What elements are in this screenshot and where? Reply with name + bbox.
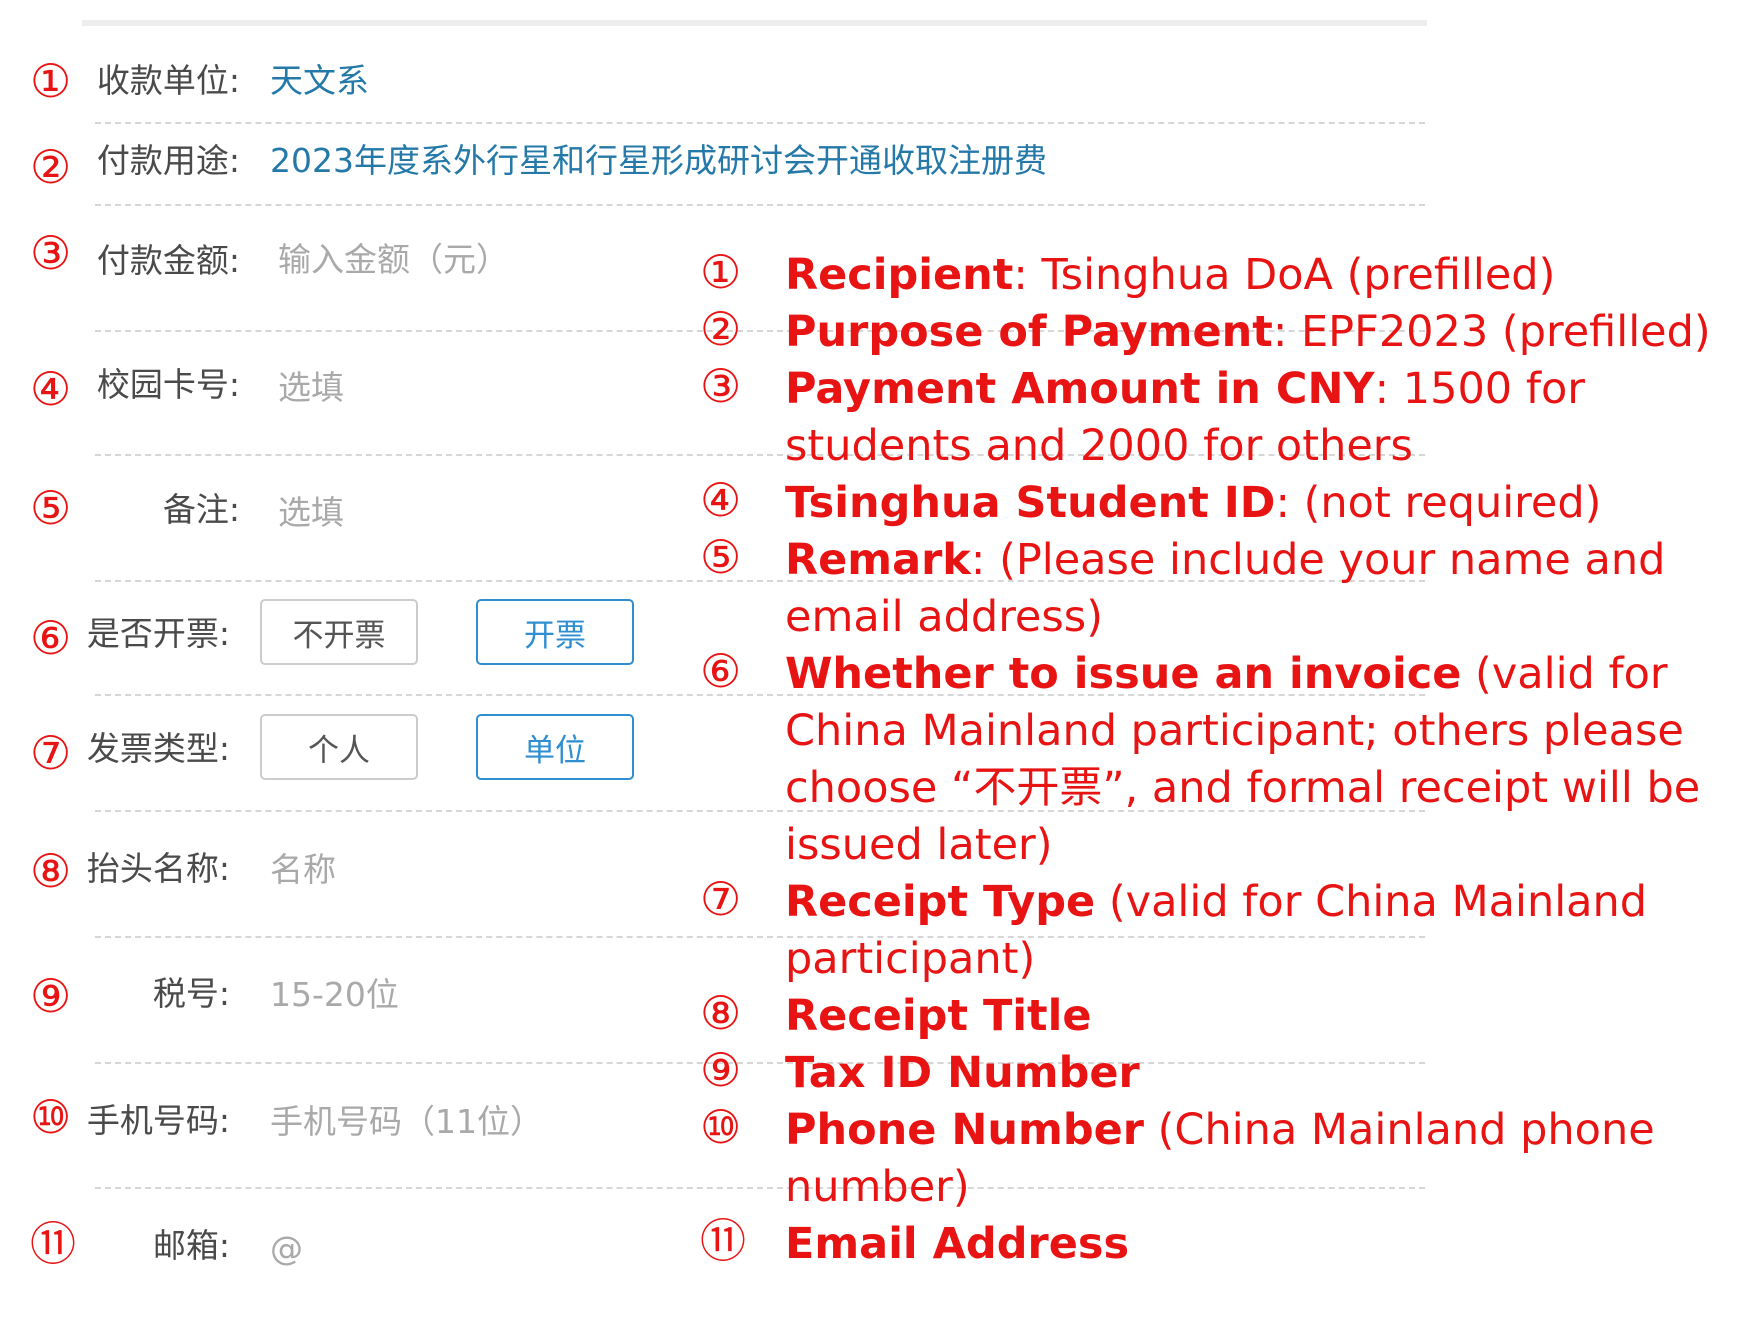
note-separator: :: [1272, 307, 1301, 357]
campus-card-input[interactable]: [270, 362, 706, 412]
row-number-6: ⑥: [30, 611, 72, 665]
phone-input[interactable]: [262, 1096, 698, 1146]
note-purpose: ② Purpose of Payment: EPF2023 (prefilled…: [700, 304, 1750, 361]
note-email: ⑪ Email Address: [700, 1216, 1750, 1273]
receipt-title-input[interactable]: [262, 844, 698, 894]
recipient-value: 天文系: [270, 61, 369, 100]
note-receipt-type: ⑦ Receipt Type (valid for China Mainland…: [700, 874, 1750, 988]
note-description: EPF2023 (prefilled): [1300, 307, 1711, 357]
row-number-7: ⑦: [30, 726, 72, 780]
note-remark: ⑤ Remark: (Please include your name and …: [700, 532, 1750, 646]
purpose-value: 2023年度系外行星和行星形成研讨会开通收取注册费: [270, 141, 1047, 180]
note-number-11: ⑪: [700, 1214, 746, 1268]
row-divider: [95, 122, 1425, 124]
row-number-10: ⑩: [30, 1090, 72, 1144]
phone-label: 手机号码:: [86, 1101, 230, 1140]
note-number-3: ③: [700, 359, 742, 413]
top-bar: [82, 20, 1427, 26]
note-recipient: ① Recipient: Tsinghua DoA (prefilled): [700, 247, 1750, 304]
annotation-notes: ① Recipient: Tsinghua DoA (prefilled) ② …: [700, 247, 1750, 1273]
form-row-recipient: ① 收款单位: 天文系: [0, 50, 1430, 120]
email-input[interactable]: [262, 1223, 698, 1273]
note-number-4: ④: [700, 473, 742, 527]
note-separator: [1095, 877, 1109, 927]
note-phone: ⑩ Phone Number (China Mainland phone num…: [700, 1102, 1750, 1216]
note-number-8: ⑧: [700, 986, 742, 1040]
note-amount: ③ Payment Amount in CNY: 1500 for studen…: [700, 361, 1750, 475]
note-title: Phone Number: [785, 1105, 1144, 1155]
note-title: Receipt Title: [785, 991, 1092, 1041]
note-separator: :: [970, 535, 1000, 585]
note-number-5: ⑤: [700, 530, 742, 584]
note-title: Whether to issue an invoice: [785, 649, 1462, 699]
note-tax-id: ⑨ Tax ID Number: [700, 1045, 1750, 1102]
organization-button[interactable]: 单位: [476, 714, 634, 780]
note-number-9: ⑨: [700, 1043, 742, 1097]
campus-card-label: 校园卡号:: [96, 365, 240, 404]
personal-button[interactable]: 个人: [260, 714, 418, 780]
note-separator: [1461, 649, 1475, 699]
note-separator: [1144, 1105, 1158, 1155]
note-description: Tsinghua DoA (prefilled): [1041, 250, 1556, 300]
purpose-label: 付款用途:: [96, 141, 240, 180]
no-invoice-button[interactable]: 不开票: [260, 599, 418, 665]
note-number-6: ⑥: [700, 644, 742, 698]
row-number-1: ①: [30, 54, 72, 108]
note-title: Remark: [785, 535, 971, 585]
receipt-type-label: 发票类型:: [86, 729, 230, 768]
row-number-11: ⑪: [30, 1217, 76, 1271]
note-title: Payment Amount in CNY: [785, 364, 1375, 414]
issue-invoice-button[interactable]: 开票: [476, 599, 634, 665]
row-number-8: ⑧: [30, 844, 72, 898]
row-number-4: ④: [30, 362, 72, 416]
recipient-label: 收款单位:: [96, 61, 240, 100]
remark-input[interactable]: [270, 487, 706, 537]
invoice-label: 是否开票:: [86, 614, 230, 653]
tax-id-input[interactable]: [262, 969, 698, 1019]
note-student-id: ④ Tsinghua Student ID: (not required): [700, 475, 1750, 532]
note-description: (not required): [1303, 478, 1602, 528]
row-divider: [95, 204, 1425, 206]
amount-input[interactable]: [270, 234, 706, 284]
form-row-purpose: ② 付款用途: 2023年度系外行星和行星形成研讨会开通收取注册费: [0, 130, 1430, 200]
note-title: Purpose of Payment: [785, 307, 1273, 357]
note-number-10: ⑩: [700, 1100, 742, 1154]
note-receipt-title: ⑧ Receipt Title: [700, 988, 1750, 1045]
amount-label: 付款金额:: [96, 241, 240, 280]
row-number-2: ②: [30, 140, 72, 194]
note-number-1: ①: [700, 245, 742, 299]
note-separator: :: [1013, 250, 1042, 300]
note-number-2: ②: [700, 302, 742, 356]
note-title: Tax ID Number: [785, 1048, 1140, 1098]
email-label: 邮箱:: [152, 1226, 230, 1265]
note-title: Email Address: [785, 1219, 1130, 1269]
note-separator: :: [1374, 364, 1403, 414]
row-number-3: ③: [30, 226, 72, 280]
receipt-title-label: 抬头名称:: [86, 849, 230, 888]
remark-label: 备注:: [162, 490, 240, 529]
row-number-5: ⑤: [30, 481, 72, 535]
note-number-7: ⑦: [700, 872, 742, 926]
note-title: Tsinghua Student ID: [785, 478, 1276, 528]
note-invoice: ⑥ Whether to issue an invoice (valid for…: [700, 646, 1750, 874]
note-title: Recipient: [785, 250, 1014, 300]
note-title: Receipt Type: [785, 877, 1096, 927]
row-number-9: ⑨: [30, 969, 72, 1023]
note-separator: :: [1275, 478, 1304, 528]
tax-id-label: 税号:: [152, 974, 230, 1013]
